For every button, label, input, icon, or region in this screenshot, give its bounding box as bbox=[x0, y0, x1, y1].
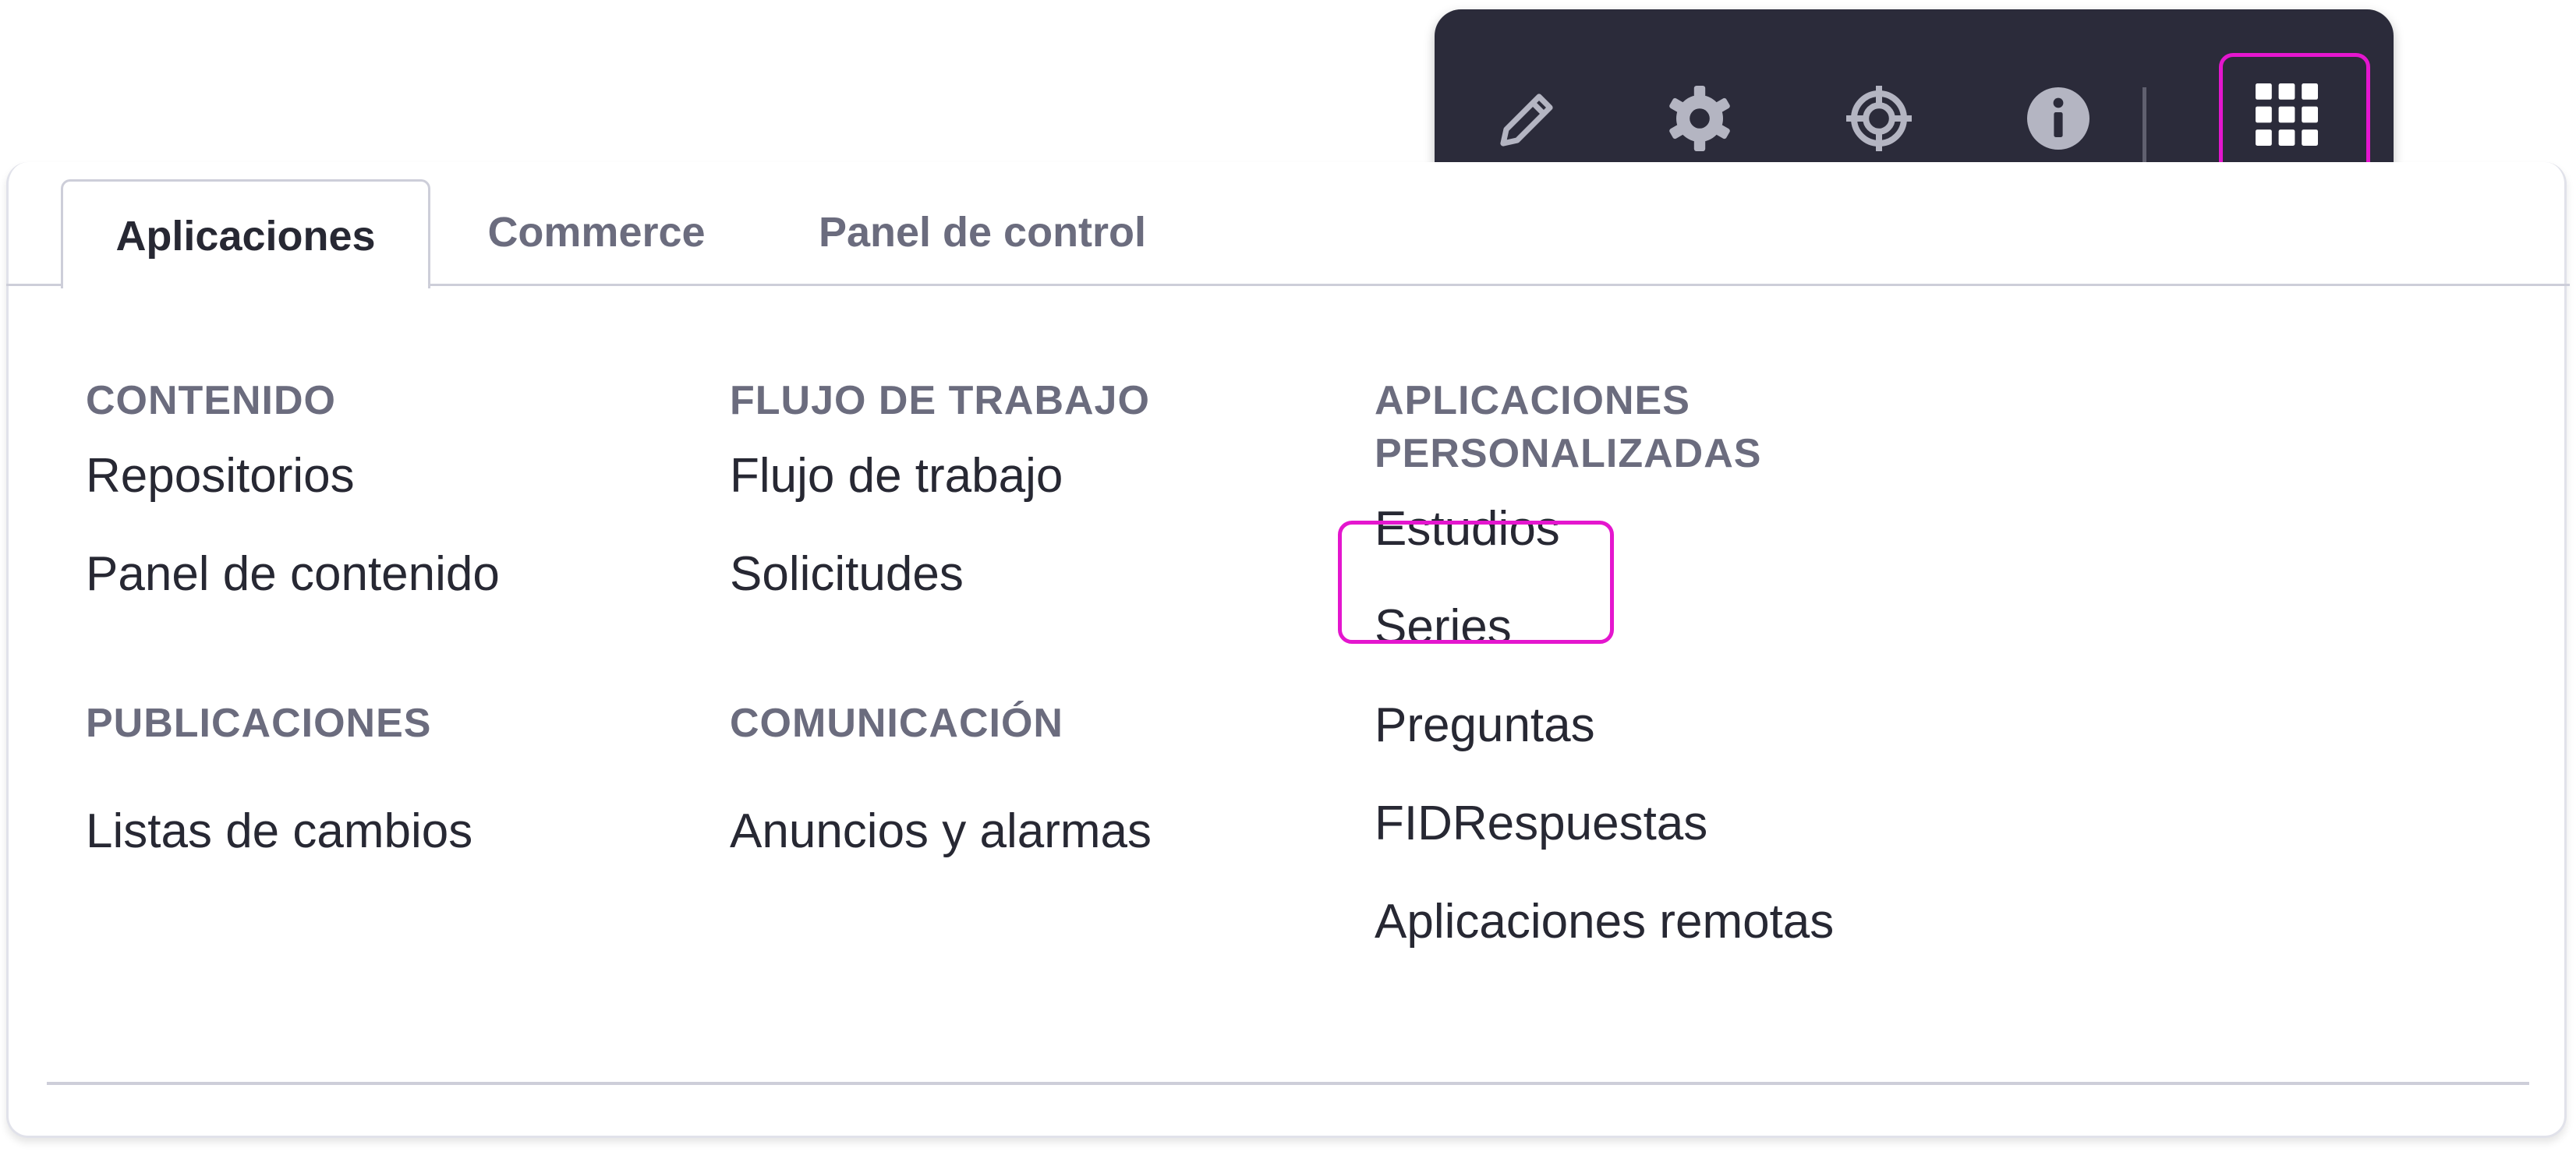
flujo-list: Flujo de trabajo Solicitudes bbox=[730, 427, 1322, 624]
info-button[interactable] bbox=[2004, 64, 2113, 173]
comunicacion-list: Anuncios y alarmas bbox=[730, 783, 1322, 881]
group-title-comunicacion: COMUNICACIÓN bbox=[730, 701, 1063, 746]
menu-item-preguntas[interactable]: Preguntas bbox=[1375, 677, 2076, 775]
contenido-list: Repositorios Panel de contenido bbox=[86, 427, 678, 624]
menu-item-aplicaciones-remotas[interactable]: Aplicaciones remotas bbox=[1375, 873, 2076, 971]
tab-panel-de-control[interactable]: Panel de control bbox=[795, 179, 1169, 285]
tab-aplicaciones[interactable]: Aplicaciones bbox=[61, 179, 430, 288]
simulation-button[interactable] bbox=[1824, 64, 1934, 173]
group-title-publicaciones: PUBLICACIONES bbox=[86, 701, 432, 746]
bottom-divider bbox=[47, 1082, 2529, 1085]
publicaciones-list: Listas de cambios bbox=[86, 783, 678, 881]
menu-item-anuncios-y-alarmas[interactable]: Anuncios y alarmas bbox=[730, 783, 1322, 881]
menu-item-fidrespuestas[interactable]: FIDRespuestas bbox=[1375, 775, 2076, 873]
info-icon bbox=[2027, 87, 2089, 150]
column-1: CONTENIDO Repositorios Panel de contenid… bbox=[86, 374, 678, 881]
settings-button[interactable] bbox=[1645, 64, 1754, 173]
menu-item-panel-de-contenido[interactable]: Panel de contenido bbox=[86, 525, 678, 624]
column-3: APLICACIONES PERSONALIZADAS Estudios Ser… bbox=[1375, 374, 2076, 971]
gear-icon bbox=[1669, 86, 1730, 151]
pencil-icon bbox=[1500, 94, 1553, 147]
menu-item-repositorios[interactable]: Repositorios bbox=[86, 427, 678, 525]
group-title-contenido: CONTENIDO bbox=[86, 378, 336, 423]
tab-commerce[interactable]: Commerce bbox=[460, 179, 733, 285]
group-title-aplicaciones-personalizadas-line1: APLICACIONES bbox=[1375, 378, 1690, 423]
menu-item-listas-de-cambios[interactable]: Listas de cambios bbox=[86, 783, 678, 881]
column-2: FLUJO DE TRABAJO Flujo de trabajo Solici… bbox=[730, 374, 1322, 881]
menu-item-flujo-de-trabajo[interactable]: Flujo de trabajo bbox=[730, 427, 1322, 525]
edit-button[interactable] bbox=[1474, 64, 1583, 173]
target-icon bbox=[1846, 86, 1912, 151]
group-title-flujo-de-trabajo: FLUJO DE TRABAJO bbox=[730, 378, 1150, 423]
group-title-aplicaciones-personalizadas-line2: PERSONALIZADAS bbox=[1375, 431, 1762, 476]
toolbar-separator bbox=[2143, 87, 2146, 162]
estudios-highlight bbox=[1338, 521, 1614, 644]
menu-item-solicitudes[interactable]: Solicitudes bbox=[730, 525, 1322, 624]
apps-button-highlight bbox=[2219, 53, 2370, 178]
